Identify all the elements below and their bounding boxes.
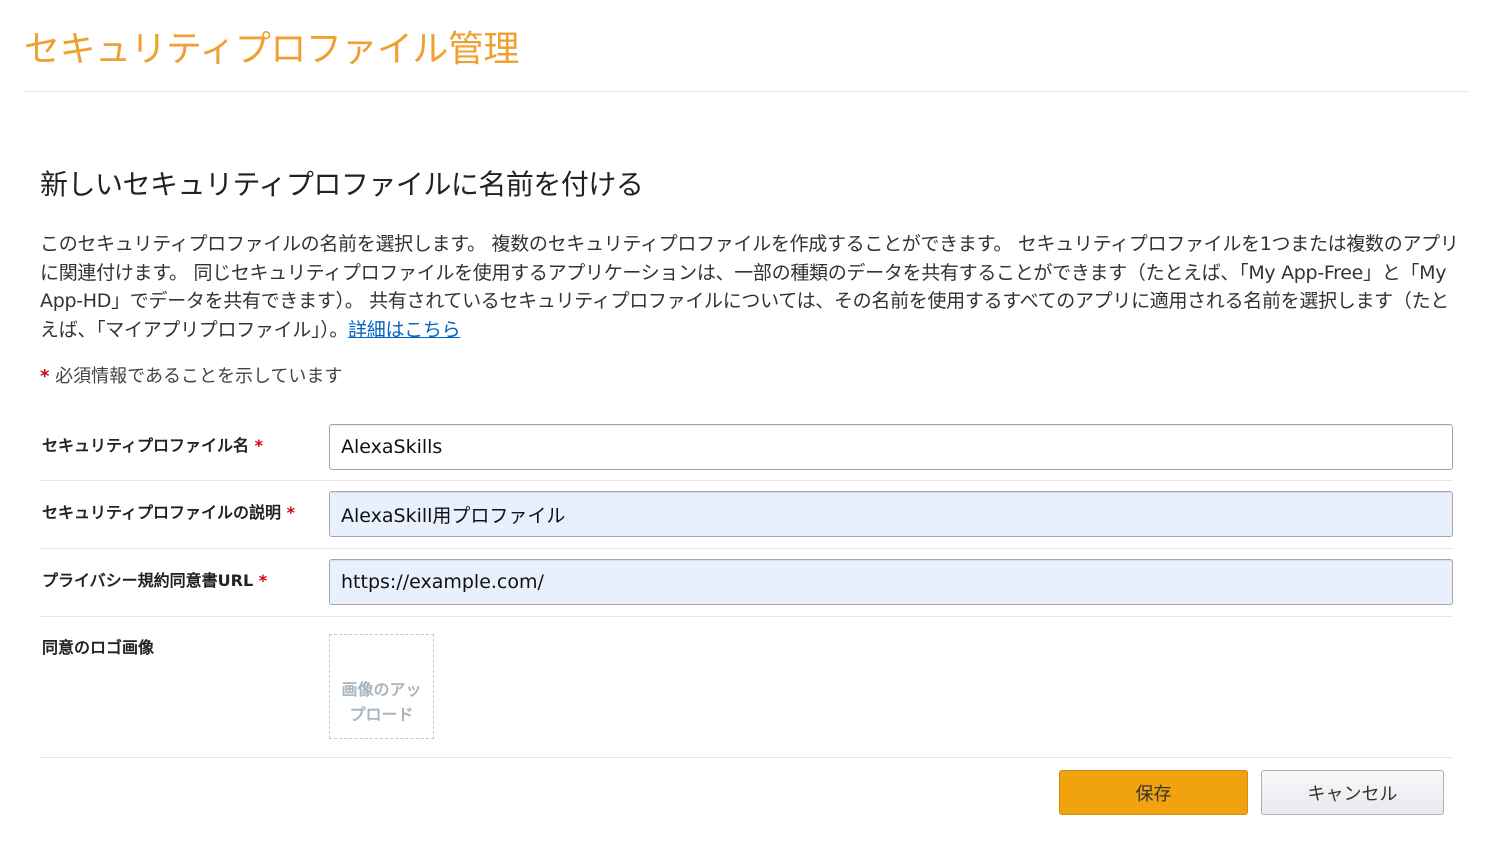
form-row-profile-name: セキュリティプロファイル名 * [40, 424, 1453, 481]
required-note-text: 必須情報であることを示しています [55, 366, 343, 387]
profile-description-label: セキュリティプロファイルの説明 * [42, 503, 295, 522]
security-profile-page: セキュリティプロファイル管理 新しいセキュリティプロファイルに名前を付ける この… [0, 0, 1486, 846]
title-divider [24, 91, 1468, 92]
section-heading: 新しいセキュリティプロファイルに名前を付ける [40, 168, 644, 201]
form-row-privacy-url: プライバシー規約同意書URL * [40, 559, 1453, 617]
privacy-url-input[interactable] [329, 559, 1453, 605]
section-description: このセキュリティプロファイルの名前を選択します。 複数のセキュリティプロファイル… [40, 230, 1460, 344]
form-row-profile-description: セキュリティプロファイルの説明 * [40, 491, 1453, 549]
form-row-consent-logo: 同意のロゴ画像 画像のアップロード [40, 634, 1453, 758]
privacy-url-label: プライバシー規約同意書URL * [42, 571, 268, 590]
required-star: * [286, 503, 295, 522]
required-star: * [254, 436, 263, 455]
upload-image-text: 画像のアップロード [341, 679, 422, 724]
required-note: * 必須情報であることを示しています [40, 362, 342, 388]
learn-more-link[interactable]: 詳細はこちら [348, 319, 461, 341]
description-text: このセキュリティプロファイルの名前を選択します。 複数のセキュリティプロファイル… [40, 233, 1459, 341]
profile-name-label: セキュリティプロファイル名 * [42, 436, 263, 455]
save-button[interactable]: 保存 [1059, 770, 1248, 815]
profile-description-input[interactable] [329, 491, 1453, 537]
profile-name-input[interactable] [329, 424, 1453, 470]
page-title: セキュリティプロファイル管理 [24, 29, 519, 70]
consent-logo-label: 同意のロゴ画像 [42, 638, 155, 657]
required-star: * [258, 571, 268, 590]
required-star: * [40, 366, 50, 387]
image-upload-dropzone[interactable]: 画像のアップロード [329, 634, 434, 739]
cancel-button[interactable]: キャンセル [1261, 770, 1444, 815]
